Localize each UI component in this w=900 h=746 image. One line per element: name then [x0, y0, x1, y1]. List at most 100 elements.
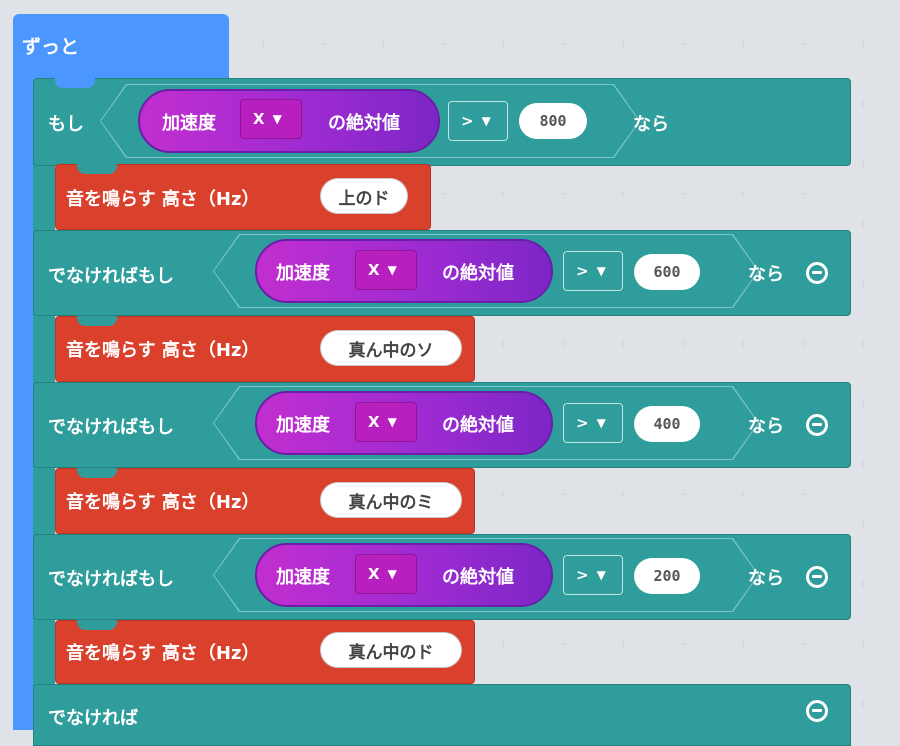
then-label: なら [748, 416, 784, 437]
else-if-label: でなければもし [48, 569, 174, 590]
grid-plus: + [678, 637, 689, 652]
operator-dropdown[interactable]: > ▼ [563, 403, 623, 443]
grid-plus: + [378, 37, 389, 52]
axis-dropdown[interactable]: X ▼ [355, 250, 417, 290]
grid-plus: + [558, 37, 569, 52]
chevron-down-icon: ▼ [596, 568, 606, 582]
threshold-input[interactable]: 200 [634, 558, 700, 594]
axis-dropdown[interactable]: X ▼ [355, 402, 417, 442]
operator-value: > [576, 414, 589, 432]
grid-plus: + [438, 37, 449, 52]
grid-plus: + [738, 337, 749, 352]
minus-circle-icon[interactable] [806, 700, 828, 722]
grid-plus: + [858, 697, 869, 712]
grid-plus: + [498, 337, 509, 352]
tone-notch [77, 468, 117, 478]
grid-plus: + [798, 637, 809, 652]
axis-value: X [368, 261, 380, 279]
note-dropdown[interactable]: 上のド [320, 178, 408, 214]
minus-circle-icon[interactable] [806, 414, 828, 436]
if-label: もし [48, 114, 84, 135]
grid-plus: + [618, 37, 629, 52]
grid-plus: + [738, 487, 749, 502]
threshold-input[interactable]: 400 [634, 406, 700, 442]
play-tone-label: 音を鳴らす 高さ（Hz） [66, 492, 260, 513]
grid-plus: + [438, 187, 449, 202]
chevron-down-icon: ▼ [387, 415, 397, 429]
axis-value: X [253, 110, 265, 128]
axis-value: X [368, 413, 380, 431]
operator-value: > [576, 566, 589, 584]
else-if-label: でなければもし [48, 417, 174, 438]
grid-plus: + [318, 37, 329, 52]
grid-plus: + [678, 487, 689, 502]
grid-plus: + [798, 337, 809, 352]
sensor-label: 加速度 [276, 415, 330, 436]
chevron-down-icon: ▼ [596, 264, 606, 278]
threshold-input[interactable]: 600 [634, 254, 700, 290]
grid-plus: + [678, 187, 689, 202]
grid-plus: + [858, 517, 869, 532]
abs-label: の絶対値 [328, 113, 400, 134]
grid-plus: + [618, 187, 629, 202]
threshold-input[interactable]: 800 [519, 103, 587, 139]
grid-plus: + [498, 37, 509, 52]
minus-circle-icon[interactable] [806, 262, 828, 284]
grid-plus: + [678, 37, 689, 52]
axis-value: X [368, 565, 380, 583]
abs-label: の絶対値 [442, 567, 514, 588]
chevron-down-icon: ▼ [387, 567, 397, 581]
grid-plus: + [858, 37, 869, 52]
then-label: なら [633, 114, 669, 135]
note-dropdown[interactable]: 真ん中のソ [320, 330, 462, 366]
grid-plus: + [858, 217, 869, 232]
grid-plus: + [858, 337, 869, 352]
grid-plus: + [558, 337, 569, 352]
chevron-down-icon: ▼ [481, 114, 491, 128]
operator-dropdown[interactable]: > ▼ [563, 555, 623, 595]
grid-plus: + [858, 97, 869, 112]
grid-plus: + [798, 487, 809, 502]
grid-plus: + [618, 337, 629, 352]
play-tone-label: 音を鳴らす 高さ（Hz） [66, 340, 260, 361]
minus-circle-icon[interactable] [806, 566, 828, 588]
grid-plus: + [558, 487, 569, 502]
grid-plus: + [618, 487, 629, 502]
sensor-label: 加速度 [276, 263, 330, 284]
grid-plus: + [798, 187, 809, 202]
else-label: でなければ [48, 708, 138, 729]
tone-notch [77, 316, 117, 326]
grid-plus: + [858, 397, 869, 412]
else-block[interactable] [33, 684, 851, 746]
forever-block-side [13, 70, 35, 730]
axis-dropdown[interactable]: X ▼ [355, 554, 417, 594]
operator-value: > [461, 112, 474, 130]
else-if-label: でなければもし [48, 266, 174, 287]
if-block-notch [55, 78, 95, 88]
then-label: なら [748, 568, 784, 589]
grid-plus: + [618, 637, 629, 652]
play-tone-label: 音を鳴らす 高さ（Hz） [66, 643, 260, 664]
grid-plus: + [558, 187, 569, 202]
note-dropdown[interactable]: 真ん中のミ [320, 482, 462, 518]
grid-plus: + [738, 187, 749, 202]
grid-plus: + [798, 37, 809, 52]
grid-plus: + [858, 277, 869, 292]
axis-dropdown[interactable]: X ▼ [240, 99, 302, 139]
operator-dropdown[interactable]: > ▼ [563, 251, 623, 291]
tone-notch [77, 620, 117, 630]
grid-plus: + [498, 487, 509, 502]
forever-label: ずっと [22, 36, 80, 58]
then-label: なら [748, 264, 784, 285]
note-dropdown[interactable]: 真ん中のド [320, 632, 462, 668]
sensor-label: 加速度 [162, 113, 216, 134]
chevron-down-icon: ▼ [387, 263, 397, 277]
operator-dropdown[interactable]: > ▼ [448, 101, 508, 141]
chevron-down-icon: ▼ [272, 112, 282, 126]
grid-plus: + [678, 337, 689, 352]
grid-plus: + [738, 637, 749, 652]
sensor-label: 加速度 [276, 567, 330, 588]
chevron-down-icon: ▼ [596, 416, 606, 430]
grid-plus: + [558, 637, 569, 652]
operator-value: > [576, 262, 589, 280]
